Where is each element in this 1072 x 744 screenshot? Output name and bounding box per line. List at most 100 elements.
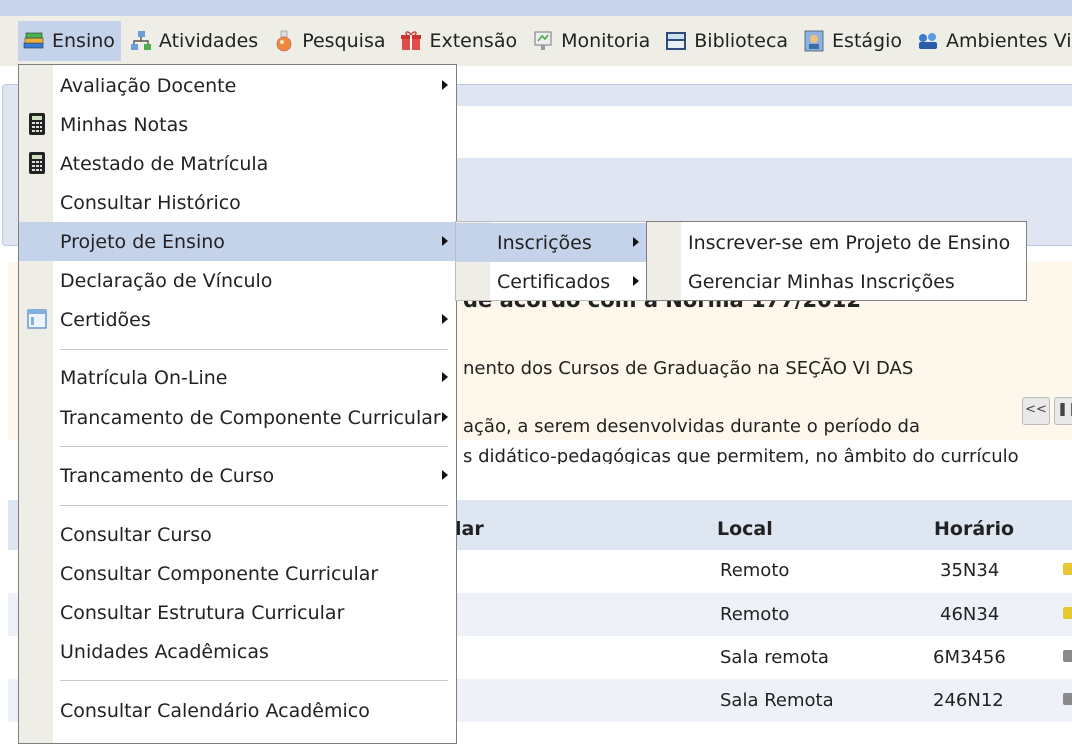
menu-item-label: Unidades Acadêmicas: [60, 640, 269, 663]
network-icon: [129, 29, 153, 53]
background-panel-content: [457, 106, 1072, 158]
menu-item-trancamento-curso[interactable]: Trancamento de Curso: [19, 456, 456, 495]
notice-text-line: ação, a serem desenvolvidas durante o pe…: [463, 416, 920, 437]
row-action-icon[interactable]: [1063, 650, 1072, 662]
menu-item-label: Gerenciar Minhas Inscrições: [688, 270, 955, 293]
menu-item-minhas-notas[interactable]: Minhas Notas: [19, 105, 456, 144]
projeto-ensino-submenu: Inscrições Certificados: [455, 221, 648, 301]
menu-extensao[interactable]: Extensão: [395, 21, 523, 61]
menu-item-label: Trancamento de Curso: [60, 464, 275, 487]
row-action-icon[interactable]: [1063, 563, 1072, 575]
menu-item-consultar-historico[interactable]: Consultar Histórico: [19, 183, 456, 222]
menu-extensao-label: Extensão: [429, 30, 518, 52]
menu-biblioteca[interactable]: Biblioteca: [660, 21, 794, 61]
pager-prev-button[interactable]: <<: [1022, 397, 1050, 425]
submenu-arrow-icon: [442, 80, 448, 90]
menu-item-label: Avaliação Docente: [60, 74, 237, 97]
menu-item-consultar-curso[interactable]: Consultar Curso: [19, 515, 456, 554]
submenu-arrow-icon: [633, 276, 639, 286]
menu-ambientes-virtuais[interactable]: Ambientes Vir: [912, 21, 1072, 61]
menu-ambientes-virtuais-label: Ambientes Vir: [946, 30, 1072, 52]
menu-item-gerenciar-inscricoes[interactable]: Gerenciar Minhas Inscrições: [647, 262, 1026, 301]
notice-text-line: nento dos Cursos de Graduação na SEÇÃO V…: [463, 358, 914, 379]
menu-item-atestado-matricula[interactable]: Atestado de Matrícula: [19, 144, 456, 183]
calculator-icon: [27, 113, 47, 135]
row-action-icon[interactable]: [1063, 607, 1072, 619]
menu-item-label: Consultar Histórico: [60, 191, 241, 214]
submenu-arrow-icon: [442, 372, 448, 382]
pager-pause-button[interactable]: ❚❚: [1054, 397, 1072, 425]
badge-icon: [802, 29, 826, 53]
submenu-arrow-icon: [442, 314, 448, 324]
calculator-icon: [27, 152, 47, 174]
submenu-arrow-icon: [442, 236, 448, 246]
menu-item-inscricoes[interactable]: Inscrições: [456, 223, 647, 262]
row-action-icon[interactable]: [1063, 693, 1072, 705]
menu-pesquisa-label: Pesquisa: [302, 30, 386, 52]
menu-item-label: Inscrever-se em Projeto de Ensino: [688, 231, 1011, 254]
menu-item-avaliacao-docente[interactable]: Avaliação Docente: [19, 66, 456, 105]
menu-ensino-label: Ensino: [52, 30, 115, 52]
menu-item-label: Certidões: [60, 308, 151, 331]
cell-local: Sala Remota: [720, 690, 834, 711]
certificate-icon: [27, 308, 47, 330]
cell-local: Remoto: [720, 560, 790, 581]
menu-item-label: Consultar Curso: [60, 523, 212, 546]
menu-separator: [60, 349, 448, 350]
cell-horario: 46N34: [940, 604, 1000, 625]
menu-item-consultar-componente[interactable]: Consultar Componente Curricular: [19, 554, 456, 593]
books-icon: [22, 29, 46, 53]
menu-ensino[interactable]: Ensino: [18, 21, 121, 61]
menu-item-certificados[interactable]: Certificados: [456, 262, 647, 301]
cell-local: Sala remota: [720, 647, 829, 668]
menu-item-projeto-ensino[interactable]: Projeto de Ensino: [19, 222, 456, 261]
menu-item-label: Declaração de Vínculo: [60, 269, 273, 292]
submenu-arrow-icon: [442, 470, 448, 480]
library-icon: [664, 29, 688, 53]
inscricoes-submenu: Inscrever-se em Projeto de Ensino Gerenc…: [646, 221, 1027, 301]
menu-item-unidades-academicas[interactable]: Unidades Acadêmicas: [19, 632, 456, 671]
menu-monitoria[interactable]: Monitoria: [527, 21, 656, 61]
menu-pesquisa[interactable]: Pesquisa: [268, 21, 391, 61]
virtual-env-icon: [916, 29, 940, 53]
menu-item-label: Matrícula On-Line: [60, 366, 228, 389]
menu-item-label: Minhas Notas: [60, 113, 189, 136]
cell-horario: 6M3456: [933, 647, 1006, 668]
menu-biblioteca-label: Biblioteca: [694, 30, 789, 52]
cell-horario: 246N12: [933, 690, 1004, 711]
menu-item-label: Consultar Calendário Acadêmico: [60, 699, 370, 722]
main-menubar: Ensino Atividades Pesquisa Extensão Moni…: [0, 16, 1072, 66]
menu-item-label: Consultar Estrutura Curricular: [60, 601, 345, 624]
menu-item-certidoes[interactable]: Certidões: [19, 300, 456, 339]
menu-separator: [60, 446, 448, 447]
submenu-arrow-icon: [442, 412, 448, 422]
top-strip: [0, 0, 1072, 16]
menu-item-label: Inscrições: [497, 231, 592, 254]
monitor-icon: [531, 29, 555, 53]
column-header-local: Local: [717, 518, 773, 540]
notice-text-line: s didático-pedagógicas que permitem, no …: [463, 446, 1019, 464]
menu-item-consultar-estrutura[interactable]: Consultar Estrutura Curricular: [19, 593, 456, 632]
menu-item-trancamento-componente[interactable]: Trancamento de Componente Curricular: [19, 398, 456, 437]
menu-item-declaracao-vinculo[interactable]: Declaração de Vínculo: [19, 261, 456, 300]
gift-icon: [399, 29, 423, 53]
column-header-componente: lar: [455, 518, 484, 540]
menu-separator: [60, 680, 448, 681]
menu-monitoria-label: Monitoria: [561, 30, 651, 52]
menu-item-calendario-academico[interactable]: Consultar Calendário Acadêmico: [19, 691, 456, 730]
menu-item-label: Atestado de Matrícula: [60, 152, 269, 175]
flask-icon: [272, 29, 296, 53]
menu-estagio[interactable]: Estágio: [798, 21, 908, 61]
submenu-arrow-icon: [633, 237, 639, 247]
menu-item-label: Certificados: [497, 270, 611, 293]
menu-item-inscrever-projeto[interactable]: Inscrever-se em Projeto de Ensino: [647, 223, 1026, 262]
menu-item-label: Trancamento de Componente Curricular: [60, 406, 441, 429]
menu-atividades[interactable]: Atividades: [125, 21, 264, 61]
column-header-horario: Horário: [934, 518, 1015, 540]
menu-item-label: Projeto de Ensino: [60, 230, 225, 253]
menu-separator: [60, 505, 448, 506]
ensino-dropdown-menu: Avaliação Docente Minhas Notas Atestado …: [18, 64, 457, 744]
menu-item-label: Consultar Componente Curricular: [60, 562, 379, 585]
cell-horario: 35N34: [940, 560, 1000, 581]
menu-item-matricula-online[interactable]: Matrícula On-Line: [19, 358, 456, 397]
